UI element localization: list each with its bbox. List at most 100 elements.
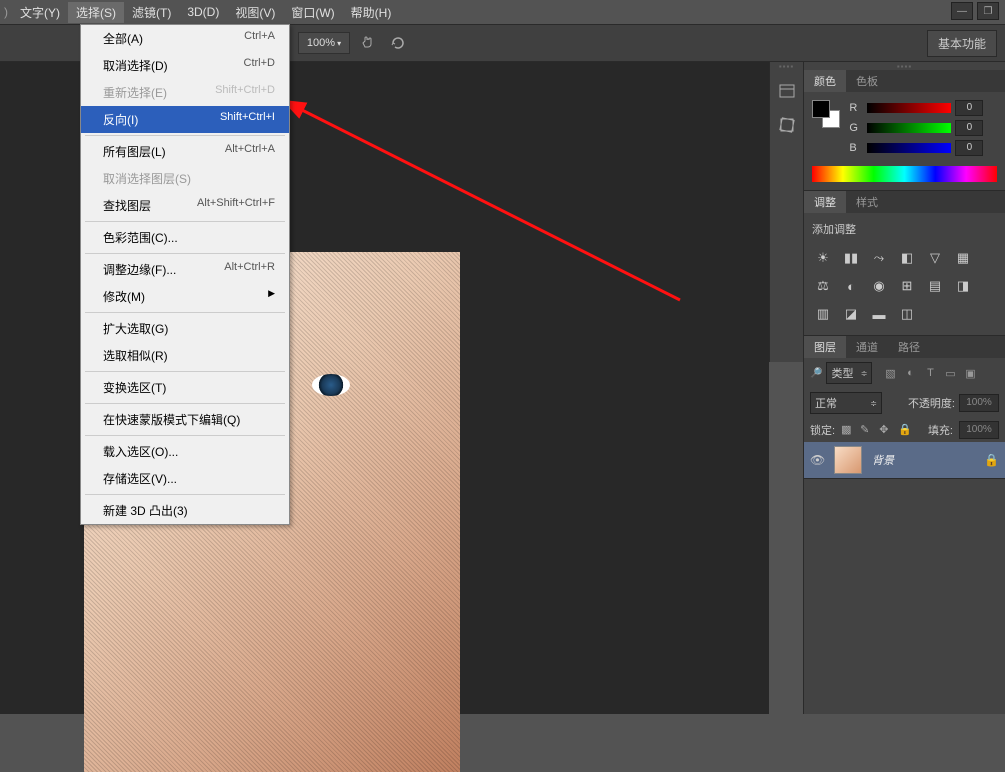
adjust-panel-tabs: 调整 样式 <box>804 191 1005 213</box>
menu-new-3d-extrusion[interactable]: 新建 3D 凸出(3) <box>81 497 289 524</box>
menu-view[interactable]: 视图(V) <box>227 2 283 23</box>
b-value[interactable]: 0 <box>955 140 983 156</box>
fill-input[interactable]: 100% <box>959 421 999 439</box>
menu-reselect: 重新选择(E)Shift+Ctrl+D <box>81 79 289 106</box>
foreground-color-swatch[interactable] <box>812 100 830 118</box>
filter-type-icon[interactable]: T <box>922 365 938 381</box>
threshold-icon[interactable]: ◪ <box>842 305 860 323</box>
maximize-button[interactable]: ❐ <box>977 2 999 20</box>
color-spectrum[interactable] <box>812 166 997 182</box>
color-lookup-icon[interactable]: ▤ <box>926 277 944 295</box>
r-label: R <box>849 102 863 114</box>
menu-text[interactable]: 文字(Y) <box>12 2 68 23</box>
menu-transform-selection[interactable]: 变换选区(T) <box>81 374 289 401</box>
layer-thumbnail[interactable] <box>834 446 862 474</box>
menu-separator <box>85 435 285 436</box>
rotate-tool-icon[interactable] <box>386 31 410 55</box>
menu-quick-mask[interactable]: 在快速蒙版模式下编辑(Q) <box>81 406 289 433</box>
menu-deselect[interactable]: 取消选择(D)Ctrl+D <box>81 52 289 79</box>
filter-shape-icon[interactable]: ▭ <box>942 365 958 381</box>
layer-list: 👁 背景 🔒 <box>804 442 1005 478</box>
bw-icon[interactable]: ◐ <box>842 277 860 295</box>
minimize-button[interactable]: — <box>951 2 973 20</box>
color-panel: ▪▪▪▪ 颜色 色板 R0 G0 B0 <box>804 62 1005 191</box>
tab-styles[interactable]: 样式 <box>846 191 888 213</box>
menu-refine-edge[interactable]: 调整边缘(F)...Alt+Ctrl+R <box>81 256 289 283</box>
levels-icon[interactable]: ▮▮ <box>842 249 860 267</box>
filter-pixel-icon[interactable]: ▧ <box>882 365 898 381</box>
menu-deselect-layers: 取消选择图层(S) <box>81 165 289 192</box>
menu-similar[interactable]: 选取相似(R) <box>81 342 289 369</box>
menu-modify[interactable]: 修改(M)▶ <box>81 283 289 310</box>
menu-select-all[interactable]: 全部(A)Ctrl+A <box>81 25 289 52</box>
zoom-input[interactable]: 100%▾ <box>298 32 350 54</box>
lock-all-icon[interactable]: 🔒 <box>898 423 912 437</box>
color-balance-icon[interactable]: ⚖ <box>814 277 832 295</box>
tab-adjustments[interactable]: 调整 <box>804 191 846 213</box>
opacity-input[interactable]: 100% <box>959 394 999 412</box>
search-icon[interactable]: 🔎 <box>810 368 822 379</box>
menu-color-range[interactable]: 色彩范围(C)... <box>81 224 289 251</box>
menu-load-selection[interactable]: 载入选区(O)... <box>81 438 289 465</box>
layers-panel: 图层 通道 路径 🔎 类型≑ ▧ ◐ T ▭ ▣ 正常≑ 不透明度: 100% … <box>804 336 1005 479</box>
posterize-icon[interactable]: ▥ <box>814 305 832 323</box>
menu-filter[interactable]: 滤镜(T) <box>124 2 179 23</box>
vibrance-icon[interactable]: ▽ <box>926 249 944 267</box>
selective-color-icon[interactable]: ◫ <box>898 305 916 323</box>
layer-lock-icon: 🔒 <box>984 453 999 467</box>
menu-separator <box>85 253 285 254</box>
menu-help[interactable]: 帮助(H) <box>343 2 400 23</box>
properties-panel-icon[interactable] <box>773 112 801 138</box>
layer-name-label: 背景 <box>872 452 894 468</box>
menu-window[interactable]: 窗口(W) <box>283 2 342 23</box>
g-label: G <box>849 122 863 134</box>
channel-mixer-icon[interactable]: ⊞ <box>898 277 916 295</box>
foreground-background-swatch[interactable] <box>812 100 840 128</box>
menu-save-selection[interactable]: 存储选区(V)... <box>81 465 289 492</box>
lock-transparent-icon[interactable]: ▩ <box>841 423 855 437</box>
menu-separator <box>85 494 285 495</box>
r-value[interactable]: 0 <box>955 100 983 116</box>
invert-icon[interactable]: ◨ <box>954 277 972 295</box>
g-slider[interactable] <box>867 123 951 133</box>
menu-all-layers[interactable]: 所有图层(L)Alt+Ctrl+A <box>81 138 289 165</box>
brightness-icon[interactable]: ☀ <box>814 249 832 267</box>
panel-grip-icon[interactable]: ▪▪▪▪ <box>770 62 803 70</box>
tab-channels[interactable]: 通道 <box>846 336 888 358</box>
fill-label: 填充: <box>928 422 953 438</box>
gradient-map-icon[interactable]: ▬ <box>870 305 888 323</box>
lock-position-icon[interactable]: ✥ <box>879 423 893 437</box>
history-panel-icon[interactable] <box>773 78 801 104</box>
photo-filter-icon[interactable]: ◉ <box>870 277 888 295</box>
visibility-eye-icon[interactable]: 👁 <box>810 453 826 467</box>
r-slider[interactable] <box>867 103 951 113</box>
exposure-icon[interactable]: ◧ <box>898 249 916 267</box>
lock-pixels-icon[interactable]: ✎ <box>860 423 874 437</box>
filter-adjust-icon[interactable]: ◐ <box>902 365 918 381</box>
lock-row: 锁定: ▩ ✎ ✥ 🔒 填充: 100% <box>804 418 1005 442</box>
blend-mode-dropdown[interactable]: 正常≑ <box>810 392 882 414</box>
filter-smart-icon[interactable]: ▣ <box>962 365 978 381</box>
layer-row-background[interactable]: 👁 背景 🔒 <box>804 442 1005 478</box>
collapsed-panel-strip: ▪▪▪▪ <box>769 62 803 362</box>
color-panel-tabs: 颜色 色板 <box>804 70 1005 92</box>
tab-color[interactable]: 颜色 <box>804 70 846 92</box>
menu-select[interactable]: 选择(S) <box>68 2 124 23</box>
menu-3d[interactable]: 3D(D) <box>179 3 227 21</box>
hue-sat-icon[interactable]: ▦ <box>954 249 972 267</box>
b-slider[interactable] <box>867 143 951 153</box>
menu-find-layers[interactable]: 查找图层Alt+Shift+Ctrl+F <box>81 192 289 219</box>
layer-filter-kind[interactable]: 类型≑ <box>826 362 872 384</box>
tab-layers[interactable]: 图层 <box>804 336 846 358</box>
hand-tool-icon[interactable] <box>356 31 380 55</box>
workspace-switcher[interactable]: 基本功能 <box>927 30 997 57</box>
g-value[interactable]: 0 <box>955 120 983 136</box>
curves-icon[interactable]: ⤳ <box>870 249 888 267</box>
select-menu-dropdown: 全部(A)Ctrl+A 取消选择(D)Ctrl+D 重新选择(E)Shift+C… <box>80 24 290 525</box>
blend-mode-row: 正常≑ 不透明度: 100% <box>804 388 1005 418</box>
menu-grow[interactable]: 扩大选取(G) <box>81 315 289 342</box>
menu-inverse[interactable]: 反向(I)Shift+Ctrl+I <box>81 106 289 133</box>
tab-paths[interactable]: 路径 <box>888 336 930 358</box>
tab-swatches[interactable]: 色板 <box>846 70 888 92</box>
panel-grip-icon[interactable]: ▪▪▪▪ <box>804 62 1005 70</box>
